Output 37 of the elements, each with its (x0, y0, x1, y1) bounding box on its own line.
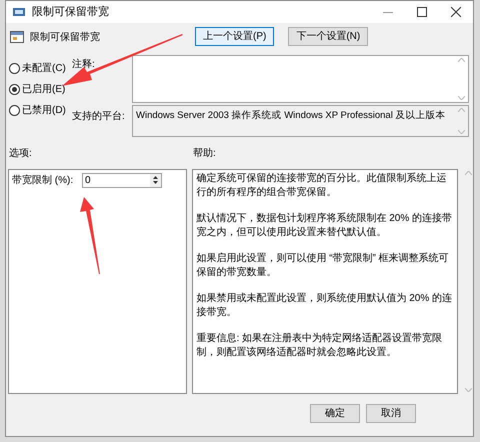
help-paragraph: 默认情况下，数据包计划程序将系统限制在 20% 的连接带宽之内，但可以使用此设置来替代默认值。 (196, 212, 454, 240)
comment-field[interactable] (132, 55, 469, 103)
navigation-button[interactable]: 下一个设置(N) (288, 27, 368, 46)
policy-icon (12, 6, 26, 18)
help-paragraph: 确定系统可保留的连接带宽的百分比。此值限制系统上运行的所有程序的组合带宽保留。 (196, 172, 448, 200)
help-paragraph: 重要信息: 如果在注册表中为特定网络适配器设置带宽限制，则配置该网络适配器时就会忽略此设置。 (196, 332, 444, 360)
radio-button[interactable] (9, 63, 20, 74)
window-title: 限制可保留带宽 (32, 4, 109, 20)
radio-label[interactable]: 未配置(C) (22, 61, 66, 76)
options-label: 选项: (8, 146, 33, 161)
scroll-down-icon (458, 130, 464, 134)
platform-label: 支持的平台: (72, 110, 126, 124)
policy-icon (10, 30, 24, 44)
spin-field[interactable]: 0 (82, 173, 162, 188)
spin-down-icon[interactable] (150, 180, 161, 186)
spin-up-icon[interactable] (150, 174, 161, 180)
radio-button[interactable] (9, 84, 20, 95)
policy-name: 限制可保留带宽 (30, 30, 100, 45)
comment-label: 注释: (72, 58, 96, 72)
field-label: 带宽限制 (%): (12, 174, 74, 188)
help-label: 帮助: (193, 146, 216, 161)
dialog-button[interactable]: 确定 (310, 404, 360, 423)
scroll-up-icon (458, 58, 464, 62)
scroll-up-icon (458, 108, 464, 112)
scroll-up-icon (464, 171, 472, 175)
help-paragraph: 如果禁用或未配置此设置，则系统使用默认值为 20% 的连接带宽。 (196, 292, 454, 320)
close-icon (451, 7, 461, 17)
radio-label[interactable]: 已启用(E) (22, 82, 66, 97)
radio-label[interactable]: 已禁用(D) (22, 103, 66, 118)
help-paragraph: 如果启用此设置，则可以使用 “带宽限制” 框来调整系统可保留的带宽数量。 (196, 252, 450, 280)
radio-button[interactable] (9, 105, 20, 116)
scroll-down-icon (464, 388, 472, 392)
maximize-icon (417, 7, 427, 17)
scroll-down-icon (458, 96, 464, 100)
navigation-button[interactable]: 上一个设置(P) (195, 27, 274, 46)
platform-text: Windows Server 2003 操作系统或 Windows XP Professional 及以上版本 (135, 109, 446, 123)
dialog-button[interactable]: 取消 (366, 404, 416, 423)
